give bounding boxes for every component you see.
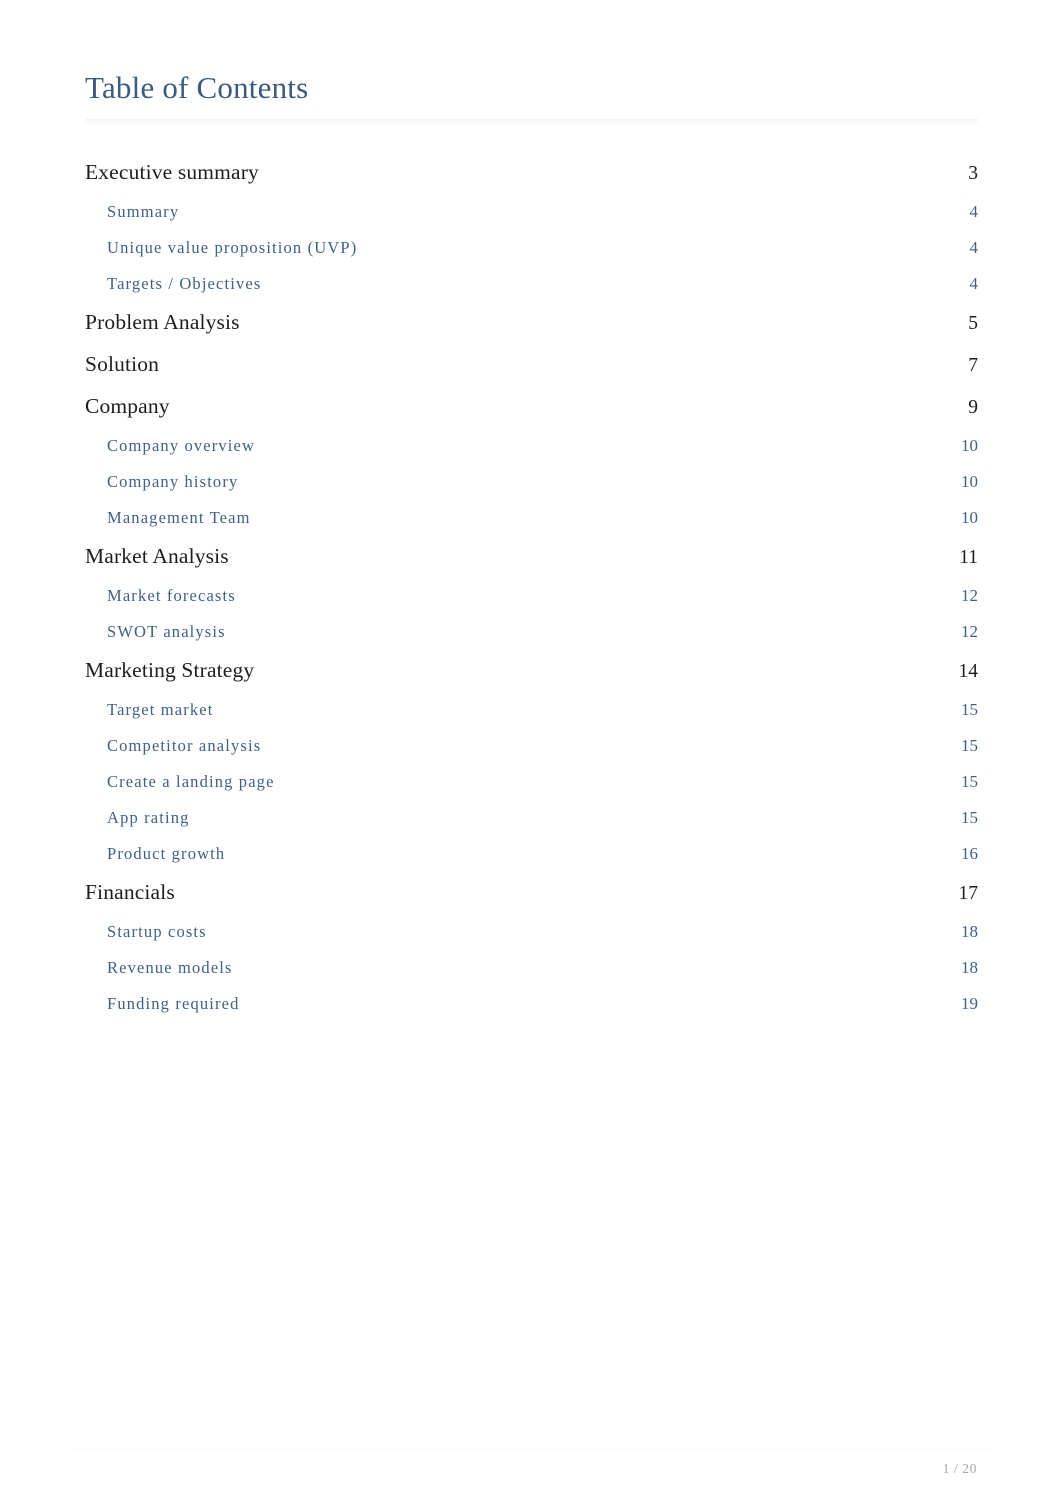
toc-entry-page-number: 12 [932,622,978,642]
toc-entry[interactable]: Unique value proposition (UVP) 4 [85,238,978,274]
toc-entry[interactable]: Executive summary 3 [85,160,978,202]
toc-entry-label: Market forecasts [107,586,242,606]
toc-entry-page-number: 18 [932,922,978,942]
toc-entry-label: Create a landing page [107,772,281,792]
toc-dot-leader [184,898,928,899]
toc-dot-leader [216,936,928,937]
toc-entry-label: Target market [107,700,220,720]
toc-entry[interactable]: Summary 4 [85,202,978,238]
toc-dot-leader [249,1008,928,1009]
toc-entry-label: Targets / Objectives [107,274,268,294]
toc-entry-label: Company history [107,472,245,492]
toc-entry-label: Company overview [107,436,262,456]
toc-entry-label: Product growth [107,844,232,864]
toc-entry[interactable]: Create a landing page 15 [85,772,978,808]
page-title: Table of Contents [85,70,309,105]
toc-entry-page-number: 18 [932,958,978,978]
toc-dot-leader [265,450,928,451]
toc-entry-label: Startup costs [107,922,213,942]
toc-entry-page-number: 11 [932,547,978,569]
toc-entry[interactable]: Financials 17 [85,880,978,922]
toc-dot-leader [189,216,928,217]
toc-dot-leader [367,252,928,253]
toc-entry-page-number: 15 [932,700,978,720]
toc-entry-page-number: 10 [932,436,978,456]
toc-entry[interactable]: Funding required 19 [85,994,978,1030]
toc-dot-leader [242,972,928,973]
toc-entry-label: Revenue models [107,958,239,978]
toc-entry-label: Solution [85,352,166,377]
toc-entry[interactable]: SWOT analysis 12 [85,622,978,658]
toc-entry[interactable]: Startup costs 18 [85,922,978,958]
toc-dot-leader [264,676,928,677]
toc-entry-label: Unique value proposition (UVP) [107,238,364,258]
document-page: Table of Contents Executive summary 3 Summ… [0,0,1062,1506]
toc-entry-page-number: 15 [932,736,978,756]
toc-dot-leader [271,288,928,289]
toc-entry[interactable]: Market Analysis 11 [85,544,978,586]
toc-entry[interactable]: Market forecasts 12 [85,586,978,622]
table-of-contents-list: Executive summary 3 Summary 4 Unique value p… [85,160,978,1030]
toc-entry-page-number: 7 [932,355,978,377]
toc-entry-page-number: 5 [932,313,978,335]
toc-entry[interactable]: Revenue models 18 [85,958,978,994]
toc-entry-label: Competitor analysis [107,736,268,756]
toc-entry[interactable]: Product growth 16 [85,844,978,880]
toc-entry-page-number: 12 [932,586,978,606]
title-divider [85,118,978,126]
toc-entry-page-number: 17 [932,883,978,905]
toc-entry-label: Financials [85,880,181,905]
toc-entry-label: Executive summary [85,160,265,185]
footer-page-indicator: 1 / 20 [942,1461,977,1476]
toc-entry[interactable]: Company overview 10 [85,436,978,472]
toc-dot-leader [235,636,928,637]
toc-entry-page-number: 15 [932,808,978,828]
toc-entry-label: Summary [107,202,186,222]
toc-dot-leader [223,714,929,715]
toc-dot-leader [268,178,928,179]
toc-entry[interactable]: Problem Analysis 5 [85,310,978,352]
toc-entry[interactable]: Solution 7 [85,352,978,394]
toc-entry-label: App rating [107,808,196,828]
toc-entry-page-number: 15 [932,772,978,792]
toc-entry-label: Market Analysis [85,544,235,569]
footer-divider [70,1448,992,1453]
toc-entry[interactable]: App rating 15 [85,808,978,844]
toc-entry[interactable]: Company history 10 [85,472,978,508]
toc-entry-label: Marketing Strategy [85,658,261,683]
toc-entry[interactable]: Targets / Objectives 4 [85,274,978,310]
toc-entry-label: Problem Analysis [85,310,246,335]
toc-entry-page-number: 9 [932,397,978,419]
toc-entry-page-number: 19 [932,994,978,1014]
toc-dot-leader [284,786,928,787]
toc-entry-label: Company [85,394,176,419]
toc-dot-leader [271,750,928,751]
toc-dot-leader [235,858,928,859]
toc-entry-label: SWOT analysis [107,622,232,642]
toc-dot-leader [260,522,928,523]
toc-dot-leader [238,562,928,563]
toc-dot-leader [248,486,928,487]
toc-dot-leader [179,412,928,413]
toc-dot-leader [199,822,928,823]
toc-dot-leader [169,370,928,371]
toc-entry[interactable]: Competitor analysis 15 [85,736,978,772]
toc-entry-label: Funding required [107,994,246,1014]
toc-entry-page-number: 4 [932,274,978,294]
toc-entry[interactable]: Company 9 [85,394,978,436]
toc-entry-page-number: 4 [932,238,978,258]
toc-dot-leader [245,600,928,601]
toc-entry-page-number: 10 [932,508,978,528]
toc-entry-page-number: 14 [932,661,978,683]
toc-entry-page-number: 4 [932,202,978,222]
toc-entry[interactable]: Target market 15 [85,700,978,736]
toc-entry-page-number: 10 [932,472,978,492]
toc-dot-leader [249,328,928,329]
toc-entry[interactable]: Management Team 10 [85,508,978,544]
toc-entry[interactable]: Marketing Strategy 14 [85,658,978,700]
toc-entry-page-number: 16 [932,844,978,864]
toc-entry-page-number: 3 [932,163,978,185]
toc-entry-label: Management Team [107,508,257,528]
